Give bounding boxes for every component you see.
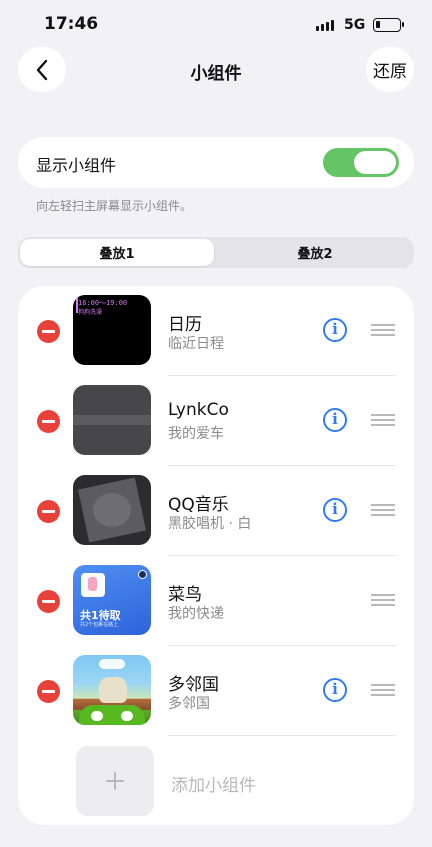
thumb-event: 狗狗洗澡 — [78, 309, 103, 316]
status-time: 17:46 — [44, 14, 99, 34]
widget-subtitle: 黑胶唱机 · 白 — [168, 516, 252, 532]
cainiao-widget-thumbnail: 共1待取 共2个包裹在路上 — [73, 565, 151, 635]
duolingo-widget-thumbnail — [73, 655, 151, 725]
widget-title: QQ音乐 — [168, 495, 229, 515]
remove-widget-button[interactable] — [37, 590, 60, 613]
info-icon[interactable]: i — [323, 678, 347, 702]
battery-icon — [373, 18, 404, 32]
remove-widget-button[interactable] — [37, 320, 60, 343]
widget-list: 16:00～19:00 狗狗洗澡 日历 临近日程 i LynkCo 我的爱车 i… — [18, 286, 414, 825]
show-widgets-label: 显示小组件 — [36, 156, 117, 175]
widget-row-cainiao: 共1待取 共2个包裹在路上 菜鸟 我的快递 — [18, 556, 414, 646]
drag-handle-icon[interactable] — [371, 504, 395, 516]
widget-title: LynkCo — [168, 400, 229, 420]
add-widget-label[interactable]: 添加小组件 — [171, 771, 256, 796]
remove-widget-button[interactable] — [37, 680, 60, 703]
thumb-transit-note: 共2个包裹在路上 — [80, 622, 119, 628]
drag-handle-icon[interactable] — [371, 684, 395, 696]
widget-row-duolingo: 多邻国 多邻国 i — [18, 646, 414, 736]
hint-text: 向左轻扫主屏幕显示小组件。 — [36, 199, 193, 213]
widget-subtitle: 我的快递 — [168, 606, 224, 622]
qqmusic-widget-thumbnail — [73, 475, 151, 545]
network-label: 5G — [344, 17, 366, 33]
add-widget-button[interactable] — [76, 746, 154, 816]
widget-title: 菜鸟 — [168, 585, 202, 605]
widget-subtitle: 我的爱车 — [168, 426, 224, 442]
info-icon[interactable]: i — [323, 408, 347, 432]
remove-widget-button[interactable] — [37, 410, 60, 433]
widget-subtitle: 多邻国 — [168, 696, 210, 712]
status-bar: 17:46 5G — [0, 0, 432, 44]
lynkco-widget-thumbnail — [73, 385, 151, 455]
show-widgets-row: 显示小组件 — [18, 137, 414, 188]
info-icon[interactable]: i — [323, 498, 347, 522]
show-widgets-toggle[interactable] — [323, 148, 399, 177]
drag-handle-icon[interactable] — [371, 324, 395, 336]
drag-handle-icon[interactable] — [371, 594, 395, 606]
drag-handle-icon[interactable] — [371, 414, 395, 426]
widget-row-lynkco: LynkCo 我的爱车 i — [18, 376, 414, 466]
widget-row-calendar: 16:00～19:00 狗狗洗澡 日历 临近日程 i — [18, 286, 414, 376]
info-icon[interactable]: i — [323, 318, 347, 342]
tab-stack-1[interactable]: 叠放1 — [20, 239, 214, 266]
restore-button[interactable]: 还原 — [366, 47, 414, 92]
signal-icon — [316, 19, 338, 31]
remove-widget-button[interactable] — [37, 500, 60, 523]
tab-stack-2[interactable]: 叠放2 — [218, 239, 412, 266]
widget-row-qqmusic: QQ音乐 黑胶唱机 · 白 i — [18, 466, 414, 556]
widget-subtitle: 临近日程 — [168, 336, 224, 352]
calendar-widget-thumbnail: 16:00～19:00 狗狗洗澡 — [73, 295, 151, 365]
stack-segmented-control: 叠放1 叠放2 — [18, 237, 414, 268]
widget-title: 日历 — [168, 315, 202, 335]
widget-title: 多邻国 — [168, 675, 219, 695]
